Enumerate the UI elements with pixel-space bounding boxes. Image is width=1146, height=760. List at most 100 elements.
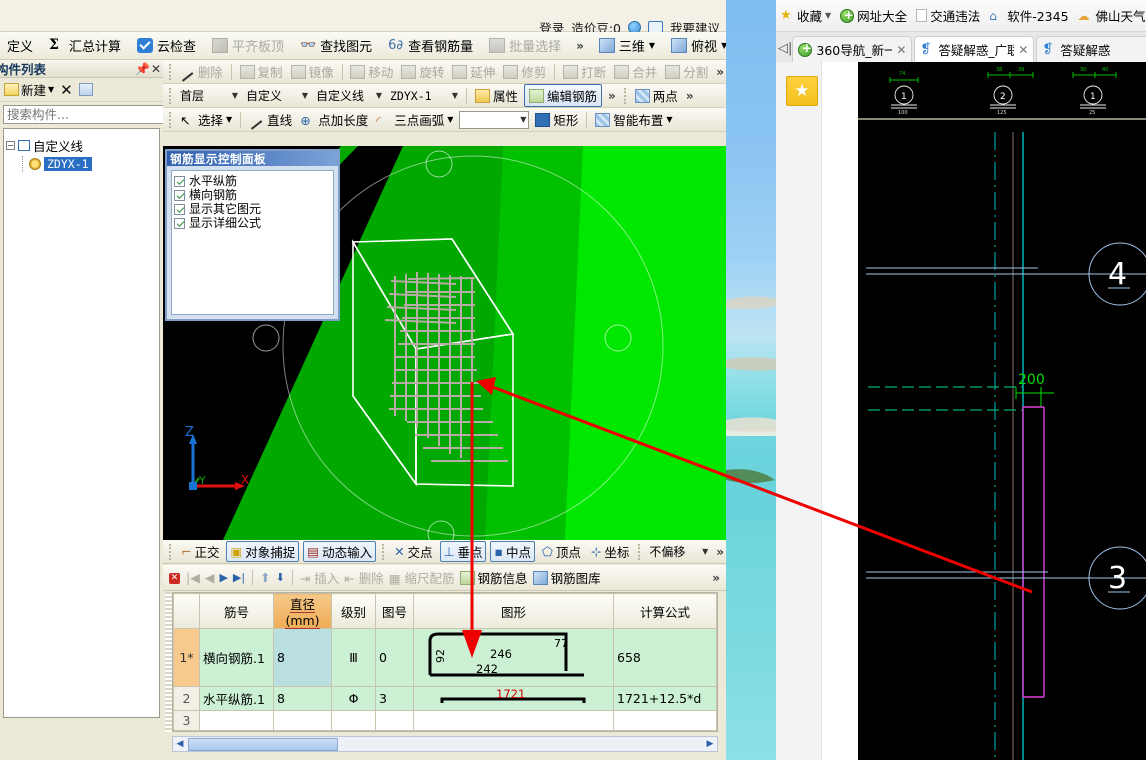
chevron-down-icon[interactable]: ▼ (48, 85, 54, 94)
cell-rebar-no[interactable]: 水平纵筋.1 (199, 686, 274, 711)
snap-dynamic-input[interactable]: ▤ 动态输入 (303, 541, 377, 562)
properties-button[interactable]: 属性 (473, 85, 520, 106)
tab-360-nav[interactable]: 360导航_新一 ✕ (792, 36, 913, 62)
pin-icon[interactable]: 📌 (135, 62, 150, 76)
cell-shape-diagram[interactable]: 1721 (413, 686, 614, 711)
cell-shape-diagram[interactable] (413, 710, 614, 731)
rebar-info-button[interactable]: 钢筋信息 (459, 568, 528, 587)
cad-drawing-viewer[interactable]: 74 38 39 30 40 1 2 1 100 125 25 200 4 3 (858, 62, 1146, 760)
tree-node-zdyx1[interactable]: ZDYX-1 (29, 156, 157, 172)
selector-overflow[interactable]: » (606, 89, 618, 103)
snap-object-snap[interactable]: ▣ 对象捕捉 (226, 541, 300, 562)
chevron-down-icon[interactable]: ▼ (702, 547, 708, 556)
component-combo[interactable]: ZDYX-1 ▼ (388, 87, 460, 105)
checkbox-row[interactable]: 显示其它图元 (174, 202, 331, 216)
bookmark-hao360[interactable]: 网址大全 (840, 6, 907, 25)
next-record-button[interactable]: ▶ (219, 571, 227, 584)
select-tool[interactable]: ↖ 选择 ▼ (178, 109, 234, 130)
delete-component-button[interactable]: ✕ (60, 81, 73, 99)
checkbox-row[interactable]: 显示详细公式 (174, 216, 331, 230)
rebar-display-control-panel[interactable]: 钢筋显示控制面板 水平纵筋 横向钢筋 显示其它图元 显示详细公式 (165, 149, 340, 321)
bookmark-foshan-weather[interactable]: ☁ 佛山天气 (1078, 6, 1146, 25)
col-grade[interactable]: 级别 (331, 593, 376, 629)
menu-item-cloud-check[interactable]: 云检查 (134, 34, 199, 57)
cell-shape-no[interactable] (375, 710, 414, 731)
menu-item-summary-calc[interactable]: Σ 汇总计算 (46, 34, 124, 57)
cell-diameter[interactable]: 8 (273, 686, 332, 711)
menu-item-define[interactable]: 定义 (4, 34, 36, 57)
cell-grade[interactable] (331, 710, 376, 731)
close-icon[interactable]: ✕ (1018, 43, 1028, 57)
close-icon[interactable]: ✕ (896, 43, 906, 57)
chevron-down-icon[interactable]: ▼ (666, 115, 672, 124)
close-icon[interactable]: ✕ (149, 62, 163, 76)
chevron-down-icon[interactable]: ▼ (376, 91, 382, 100)
bookmark-traffic[interactable]: 交通违法 (916, 6, 980, 25)
three-point-arc-tool[interactable]: ◜ 三点画弧 ▼ (374, 109, 455, 130)
cell-diameter[interactable]: 8 (273, 628, 332, 687)
rebar-library-button[interactable]: 钢筋图库 (532, 568, 601, 587)
col-rebar-no[interactable]: 筋号 (199, 593, 274, 629)
toolbar-grip[interactable] (638, 543, 641, 560)
snap-perpendicular[interactable]: ⊥ 垂点 (439, 541, 487, 562)
offset-combo[interactable]: 不偏移 ▼ (647, 543, 710, 561)
chevron-down-icon[interactable]: ▼ (302, 91, 308, 100)
checkbox-row[interactable]: 水平纵筋 (174, 174, 331, 188)
snap-ortho[interactable]: ⌐ 正交 (178, 542, 223, 561)
chevron-down-icon[interactable]: ▼ (520, 115, 526, 124)
col-shape-no[interactable]: 图号 (375, 593, 414, 629)
chevron-down-icon[interactable]: ▼ (226, 115, 232, 124)
tab-scroll-left-icon[interactable]: ◁| (778, 34, 792, 62)
toolbar-grip[interactable] (623, 87, 627, 104)
line-tool[interactable]: 直线 (247, 109, 294, 130)
col-formula[interactable]: 计算公式 (613, 593, 717, 629)
draw-mode-combo[interactable]: ▼ (459, 110, 530, 129)
favorite-star-icon[interactable]: ★ (786, 76, 818, 106)
bookmark-software-2345[interactable]: ⌂ 软件-2345 (989, 6, 1068, 25)
tree-node-root[interactable]: − 自定义线 (6, 135, 157, 156)
bookmark-favorites[interactable]: ★ 收藏 ▼ (780, 6, 831, 25)
cell-shape-diagram[interactable]: 92 77 246 242 (413, 628, 614, 687)
scrollbar-thumb[interactable] (188, 737, 338, 751)
cell-formula[interactable]: 658 (613, 628, 717, 687)
edit-toolbar-overflow[interactable]: » (714, 65, 726, 79)
view-button-3d[interactable]: 三维 ▼ (596, 34, 658, 57)
chevron-down-icon[interactable]: ▼ (232, 91, 238, 100)
chevron-down-icon[interactable]: ▼ (447, 115, 453, 124)
cell-rebar-no[interactable] (199, 710, 274, 731)
toolbar-grip[interactable] (169, 543, 172, 560)
floor-combo[interactable]: 首层 ▼ (178, 87, 240, 105)
tab-qa-2[interactable]: ❡ 答疑解惑 (1036, 36, 1146, 62)
scroll-right-icon[interactable]: ▶ (703, 737, 717, 751)
snap-midpoint[interactable]: ▪ 中点 (490, 541, 535, 562)
tab-qa-guanglian[interactable]: ❡ 答疑解惑_广联 ✕ (914, 36, 1035, 62)
point-length-tool[interactable]: ⊕ 点加长度 (298, 109, 370, 130)
menu-overflow-chevron[interactable]: » (574, 39, 586, 53)
snapbar-overflow[interactable]: » (714, 545, 726, 559)
table-row[interactable]: 3 (173, 710, 717, 731)
table-row[interactable]: 2 水平纵筋.1 8 Φ 3 1721 1721+12.5*d (173, 686, 717, 711)
move-up-button[interactable]: ⬆ (260, 570, 270, 585)
menu-item-find-element[interactable]: 👓 查找图元 (297, 34, 375, 57)
chevron-down-icon[interactable]: ▼ (649, 41, 655, 50)
component-tree[interactable]: − 自定义线 ZDYX-1 (3, 128, 160, 718)
checkbox-horizontal-longitudinal[interactable] (174, 175, 185, 187)
chevron-down-icon[interactable]: ▼ (825, 11, 831, 20)
col-diameter[interactable]: 直径(mm) (273, 593, 332, 629)
cell-formula[interactable] (613, 710, 717, 731)
view-button-top[interactable]: 俯视 ▼ (668, 34, 726, 57)
chevron-down-icon[interactable]: ▼ (452, 91, 458, 100)
cell-formula[interactable]: 1721+12.5*d (613, 686, 717, 711)
first-record-button[interactable]: |◀ (186, 570, 200, 585)
rectangle-tool[interactable]: 矩形 (533, 109, 580, 130)
category-combo[interactable]: 自定义 ▼ (244, 87, 310, 105)
cell-grade[interactable]: Ⅲ (331, 628, 376, 687)
menu-item-view-rebar-qty[interactable]: 6∂ 查看钢筋量 (385, 34, 476, 57)
checkbox-show-other-elements[interactable] (174, 203, 185, 215)
toolbar-grip[interactable] (169, 87, 172, 104)
cell-rebar-no[interactable]: 横向钢筋.1 (199, 628, 274, 687)
cell-grade[interactable]: Φ (331, 686, 376, 711)
type-combo[interactable]: 自定义线 ▼ (314, 87, 384, 105)
toolbar-grip[interactable] (169, 111, 172, 128)
move-down-button[interactable]: ⬇ (276, 571, 285, 584)
